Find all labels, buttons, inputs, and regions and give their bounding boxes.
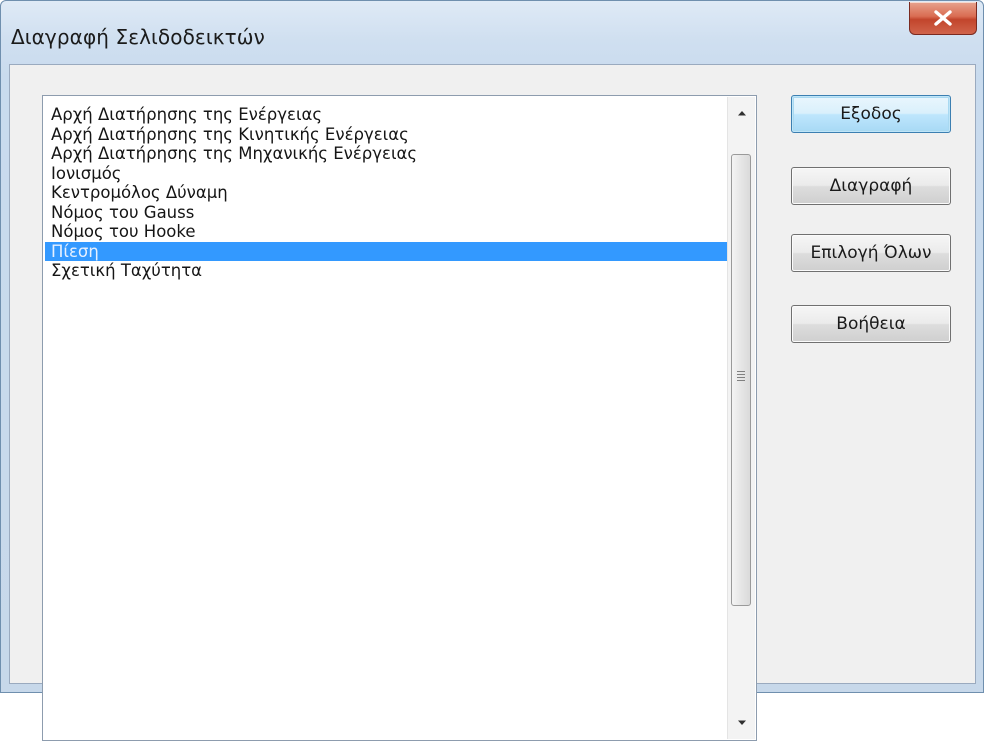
list-item[interactable]: Σχετική Ταχύτητα bbox=[45, 261, 737, 281]
list-item[interactable]: Αρχή Διατήρησης της Μηχανικής Ενέργειας bbox=[45, 144, 737, 164]
scroll-down-button[interactable] bbox=[728, 711, 755, 735]
list-item[interactable]: Αρχή Διατήρησης της Κινητικής Ενέργειας bbox=[45, 125, 737, 145]
scroll-down-arrow-icon bbox=[737, 720, 746, 725]
delete-button[interactable]: Διαγραφή bbox=[791, 167, 951, 205]
bookmarks-list: Αρχή Διατήρησης της Ενέργειας Αρχή Διατή… bbox=[45, 105, 737, 281]
list-item[interactable]: Νόμος του Gauss bbox=[45, 203, 737, 223]
delete-bookmarks-dialog: Διαγραφή Σελιδοδεικτών Αρχή Διατήρησης τ… bbox=[0, 0, 984, 741]
dialog-client-area: Αρχή Διατήρησης της Ενέργειας Αρχή Διατή… bbox=[9, 64, 976, 741]
list-item[interactable]: Αρχή Διατήρησης της Ενέργειας bbox=[45, 105, 737, 125]
close-button[interactable] bbox=[909, 2, 977, 35]
list-item[interactable]: Νόμος του Hooke bbox=[45, 222, 737, 242]
list-item-selected[interactable]: Πίεση bbox=[45, 241, 737, 261]
scroll-up-arrow-icon bbox=[737, 111, 746, 116]
scrollbar-grip-icon bbox=[737, 371, 745, 383]
scrollbar-thumb[interactable] bbox=[731, 154, 751, 606]
select-all-button[interactable]: Επιλογή Όλων bbox=[791, 234, 951, 272]
dialog-title: Διαγραφή Σελιδοδεικτών bbox=[11, 25, 265, 49]
scroll-up-button[interactable] bbox=[728, 101, 755, 125]
vertical-scrollbar[interactable] bbox=[727, 97, 755, 739]
exit-button[interactable]: Εξοδος bbox=[791, 95, 951, 133]
close-icon bbox=[934, 10, 952, 26]
bookmarks-listbox[interactable]: Αρχή Διατήρησης της Ενέργειας Αρχή Διατή… bbox=[42, 95, 757, 741]
list-item[interactable]: Ιονισμός bbox=[45, 164, 737, 184]
list-item[interactable]: Κεντρομόλος Δύναμη bbox=[45, 183, 737, 203]
help-button[interactable]: Βοήθεια bbox=[791, 305, 951, 343]
